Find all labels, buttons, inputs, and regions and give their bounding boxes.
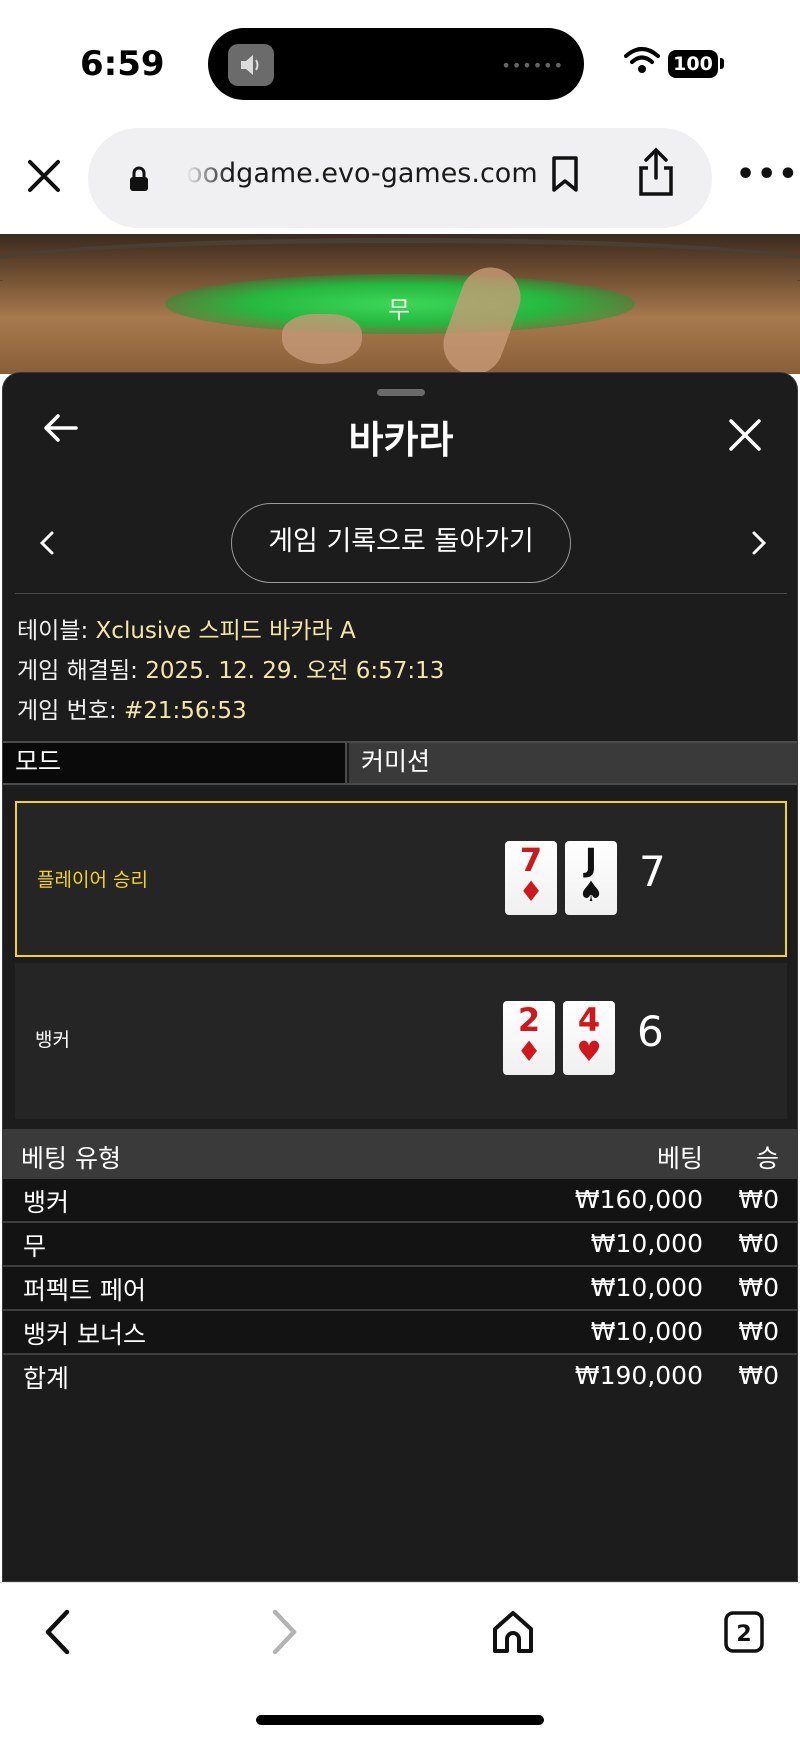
card-suit: ♦ xyxy=(518,875,544,908)
tab-count: 2 xyxy=(736,1622,751,1647)
player-score: 7 xyxy=(639,847,666,896)
speaker-icon xyxy=(228,44,274,86)
bet-type: 퍼펙트 페어 xyxy=(23,1276,146,1305)
total-win: ₩0 xyxy=(738,1361,779,1390)
table-info: 테이블: Xclusive 스피드 바카라 A xyxy=(17,611,356,645)
total-row: 합계 ₩190,000 ₩0 xyxy=(3,1355,797,1399)
header-win: 승 xyxy=(755,1144,779,1173)
battery-tip xyxy=(720,58,724,69)
status-bar: 6:59 •••••• 100 xyxy=(0,0,800,120)
bet-amount: ₩160,000 xyxy=(574,1185,703,1214)
header-bet: 베팅 xyxy=(656,1144,703,1173)
url-text: oodgame.evo-games.com xyxy=(186,158,606,189)
banker-result: 뱅커 2 ♦ 4 ♥ 6 xyxy=(15,963,787,1119)
game-history-sheet: 바카라 게임 기록으로 돌아가기 테이블: Xclusive 스피드 바카라 A… xyxy=(2,372,798,1582)
share-icon[interactable] xyxy=(636,146,676,202)
bet-amount: ₩10,000 xyxy=(590,1317,703,1346)
player-card-2: J ♠ xyxy=(565,841,617,915)
home-icon[interactable] xyxy=(490,1607,536,1661)
dealer-hand xyxy=(282,314,362,364)
live-video-feed: 무 xyxy=(0,234,800,374)
back-to-history-button[interactable]: 게임 기록으로 돌아가기 xyxy=(231,503,571,583)
header-bet-type: 베팅 유형 xyxy=(21,1144,121,1173)
table-value: Xclusive 스피드 바카라 A xyxy=(95,618,356,644)
resolved-label: 게임 해결됨: xyxy=(17,658,138,684)
card-rank: 7 xyxy=(519,841,543,879)
player-result-label: 플레이어 승리 xyxy=(37,869,148,891)
player-card-1: 7 ♦ xyxy=(505,841,557,915)
activity-dots: •••••• xyxy=(501,56,564,75)
bookmark-icon[interactable] xyxy=(550,154,580,198)
tabs-icon[interactable]: 2 xyxy=(722,1607,766,1661)
lock-icon xyxy=(128,166,150,196)
bet-type: 뱅커 xyxy=(23,1188,70,1217)
close-icon[interactable] xyxy=(727,417,763,457)
sheet-grabber[interactable] xyxy=(377,389,425,396)
card-suit: ♥ xyxy=(576,1035,602,1068)
card-suit: ♦ xyxy=(516,1035,542,1068)
win-amount: ₩0 xyxy=(738,1273,779,1302)
table-row: 퍼펙트 페어 ₩10,000 ₩0 xyxy=(3,1267,797,1311)
card-rank: J xyxy=(585,841,597,879)
win-amount: ₩0 xyxy=(738,1317,779,1346)
browser-toolbar: oodgame.evo-games.com ••• xyxy=(0,120,800,234)
card-rank: 4 xyxy=(577,1001,601,1039)
video-tie-label: 무 xyxy=(388,296,411,324)
banker-card-2: 4 ♥ xyxy=(563,1001,615,1075)
card-rank: 2 xyxy=(517,1001,541,1039)
wifi-icon xyxy=(624,46,660,78)
card-suit: ♠ xyxy=(578,875,604,908)
chevron-right-icon[interactable] xyxy=(749,529,769,561)
bet-amount: ₩10,000 xyxy=(590,1229,703,1258)
game-number-value: #21:56:53 xyxy=(124,698,247,724)
back-icon[interactable] xyxy=(40,1607,74,1661)
more-options-icon[interactable]: ••• xyxy=(736,160,800,190)
bet-type: 뱅커 보너스 xyxy=(23,1320,146,1349)
battery-icon: 100 xyxy=(668,50,718,78)
banker-result-label: 뱅커 xyxy=(35,1029,70,1051)
close-icon[interactable] xyxy=(24,156,64,196)
table-row: 무 ₩10,000 ₩0 xyxy=(3,1223,797,1267)
resolved-value: 2025. 12. 29. 오전 6:57:13 xyxy=(145,658,445,684)
chevron-left-icon[interactable] xyxy=(37,529,57,561)
home-indicator xyxy=(256,1715,544,1725)
commission-label: 커미션 xyxy=(349,743,797,783)
banker-score: 6 xyxy=(637,1007,664,1056)
address-bar[interactable]: oodgame.evo-games.com xyxy=(88,128,712,228)
bet-amount: ₩10,000 xyxy=(590,1273,703,1302)
banker-card-1: 2 ♦ xyxy=(503,1001,555,1075)
table-row: 뱅커 ₩160,000 ₩0 xyxy=(3,1179,797,1223)
status-time: 6:59 xyxy=(80,44,165,84)
total-label: 합계 xyxy=(23,1364,70,1393)
game-number-label: 게임 번호: xyxy=(17,698,117,724)
game-number-info: 게임 번호: #21:56:53 xyxy=(17,691,247,725)
browser-bottom-nav: 2 xyxy=(0,1582,800,1740)
forward-icon[interactable] xyxy=(268,1607,302,1661)
total-bet: ₩190,000 xyxy=(574,1361,703,1390)
player-result: 플레이어 승리 7 ♦ J ♠ 7 xyxy=(15,801,787,957)
table-row: 뱅커 보너스 ₩10,000 ₩0 xyxy=(3,1311,797,1355)
resolved-info: 게임 해결됨: 2025. 12. 29. 오전 6:57:13 xyxy=(17,651,444,685)
table-label: 테이블: xyxy=(17,618,89,644)
bets-table-header: 베팅 유형 베팅 승 xyxy=(3,1129,797,1179)
bet-type: 무 xyxy=(23,1232,47,1261)
divider xyxy=(15,593,787,594)
mode-label: 모드 xyxy=(3,743,347,783)
win-amount: ₩0 xyxy=(738,1229,779,1258)
win-amount: ₩0 xyxy=(738,1185,779,1214)
dynamic-island: •••••• xyxy=(208,28,584,100)
sheet-title: 바카라 xyxy=(348,418,454,462)
mode-row: 모드 커미션 xyxy=(3,741,797,785)
